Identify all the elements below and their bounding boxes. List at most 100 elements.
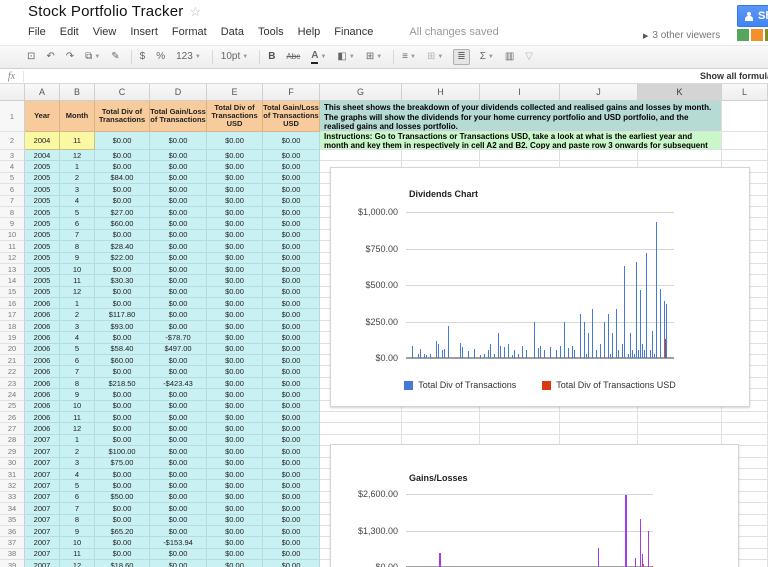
cell-B34[interactable]: 7 <box>60 503 95 514</box>
cell-C20[interactable]: $58.40 <box>95 344 150 355</box>
cell-E39[interactable]: $0.00 <box>207 560 263 567</box>
cell-B6[interactable]: 3 <box>60 184 95 195</box>
cell-B2[interactable]: 11 <box>60 132 95 150</box>
cell-B5[interactable]: 2 <box>60 173 95 184</box>
cell-A36[interactable]: 2007 <box>25 526 60 537</box>
cell-F12[interactable]: $0.00 <box>263 253 320 264</box>
cell-E4[interactable]: $0.00 <box>207 161 263 172</box>
cell-C32[interactable]: $0.00 <box>95 480 150 491</box>
cell-A4[interactable]: 2005 <box>25 161 60 172</box>
cell-C36[interactable]: $65.20 <box>95 526 150 537</box>
cell-B25[interactable]: 10 <box>60 401 95 412</box>
cell-E16[interactable]: $0.00 <box>207 298 263 309</box>
cell-D5[interactable]: $0.00 <box>150 173 207 184</box>
dividends-chart[interactable]: Dividends Chart$0.00$250.00$500.00$750.0… <box>330 167 750 407</box>
cell-J3[interactable] <box>560 150 638 161</box>
document-title[interactable]: Stock Portfolio Tracker☆ <box>28 3 201 20</box>
cell-B23[interactable]: 8 <box>60 378 95 389</box>
cell-F10[interactable]: $0.00 <box>263 230 320 241</box>
cell-B21[interactable]: 6 <box>60 355 95 366</box>
cell-F30[interactable]: $0.00 <box>263 458 320 469</box>
sigma-functions-button[interactable]: Σ▼ <box>479 49 495 65</box>
row-header-21[interactable]: 21 <box>0 355 25 366</box>
text-color-button[interactable]: A▼ <box>310 49 327 65</box>
cell-A15[interactable]: 2005 <box>25 287 60 298</box>
menu-item-file[interactable]: File <box>28 26 46 38</box>
cell-A8[interactable]: 2005 <box>25 207 60 218</box>
cell-F33[interactable]: $0.00 <box>263 492 320 503</box>
cell-F18[interactable]: $0.00 <box>263 321 320 332</box>
row-header-3[interactable]: 3 <box>0 150 25 161</box>
column-header-C[interactable]: C <box>95 84 150 101</box>
field-header-D[interactable]: Total Gain/Loss of Transactions <box>150 101 207 132</box>
row-header-38[interactable]: 38 <box>0 549 25 560</box>
cell-L3[interactable] <box>722 150 768 161</box>
cell-D37[interactable]: -$153.94 <box>150 537 207 548</box>
menu-item-data[interactable]: Data <box>221 26 244 38</box>
cell-D17[interactable]: $0.00 <box>150 309 207 320</box>
row-header-13[interactable]: 13 <box>0 264 25 275</box>
row-header-9[interactable]: 9 <box>0 218 25 229</box>
cell-D30[interactable]: $0.00 <box>150 458 207 469</box>
cell-L26[interactable] <box>722 412 768 423</box>
cell-F22[interactable]: $0.00 <box>263 366 320 377</box>
cell-A28[interactable]: 2007 <box>25 435 60 446</box>
cell-J27[interactable] <box>560 423 638 434</box>
menu-item-finance[interactable]: Finance <box>334 26 373 38</box>
cell-F14[interactable]: $0.00 <box>263 275 320 286</box>
cell-A35[interactable]: 2007 <box>25 515 60 526</box>
cell-D31[interactable]: $0.00 <box>150 469 207 480</box>
cell-A39[interactable]: 2007 <box>25 560 60 567</box>
cell-D27[interactable]: $0.00 <box>150 423 207 434</box>
row-header-18[interactable]: 18 <box>0 321 25 332</box>
cell-D38[interactable]: $0.00 <box>150 549 207 560</box>
cell-A9[interactable]: 2005 <box>25 218 60 229</box>
cell-C21[interactable]: $60.00 <box>95 355 150 366</box>
other-viewers[interactable]: ▶3 other viewers <box>643 30 720 41</box>
cell-E36[interactable]: $0.00 <box>207 526 263 537</box>
cell-E18[interactable]: $0.00 <box>207 321 263 332</box>
menu-item-help[interactable]: Help <box>298 26 321 38</box>
row-header-32[interactable]: 32 <box>0 480 25 491</box>
cell-B28[interactable]: 1 <box>60 435 95 446</box>
cell-C34[interactable]: $0.00 <box>95 503 150 514</box>
font-size-button[interactable]: 10pt▼ <box>220 49 249 65</box>
cell-D7[interactable]: $0.00 <box>150 196 207 207</box>
cell-D26[interactable]: $0.00 <box>150 412 207 423</box>
cell-I26[interactable] <box>480 412 560 423</box>
row-header-28[interactable]: 28 <box>0 435 25 446</box>
currency-format-button[interactable]: $ <box>139 49 147 65</box>
row-header-36[interactable]: 36 <box>0 526 25 537</box>
cell-C17[interactable]: $117.80 <box>95 309 150 320</box>
cell-A31[interactable]: 2007 <box>25 469 60 480</box>
cell-C7[interactable]: $0.00 <box>95 196 150 207</box>
cell-E13[interactable]: $0.00 <box>207 264 263 275</box>
cell-G27[interactable] <box>320 423 402 434</box>
cell-J26[interactable] <box>560 412 638 423</box>
column-header-B[interactable]: B <box>60 84 95 101</box>
cell-F17[interactable]: $0.00 <box>263 309 320 320</box>
cell-C6[interactable]: $0.00 <box>95 184 150 195</box>
cell-B35[interactable]: 8 <box>60 515 95 526</box>
cell-D10[interactable]: $0.00 <box>150 230 207 241</box>
cell-A23[interactable]: 2006 <box>25 378 60 389</box>
cell-B30[interactable]: 3 <box>60 458 95 469</box>
cell-L27[interactable] <box>722 423 768 434</box>
show-all-formulas-link[interactable]: Show all formulas <box>700 71 768 81</box>
cell-A7[interactable]: 2005 <box>25 196 60 207</box>
cell-B15[interactable]: 12 <box>60 287 95 298</box>
cell-A5[interactable]: 2005 <box>25 173 60 184</box>
cell-B9[interactable]: 6 <box>60 218 95 229</box>
row-header-2[interactable]: 2 <box>0 132 25 150</box>
cell-B39[interactable]: 12 <box>60 560 95 567</box>
note-overview[interactable]: This sheet shows the breakdown of your d… <box>320 101 722 132</box>
cell-D36[interactable]: $0.00 <box>150 526 207 537</box>
cell-D3[interactable]: $0.00 <box>150 150 207 161</box>
cell-B24[interactable]: 9 <box>60 389 95 400</box>
cell-E27[interactable]: $0.00 <box>207 423 263 434</box>
cell-F31[interactable]: $0.00 <box>263 469 320 480</box>
cell-B26[interactable]: 11 <box>60 412 95 423</box>
cell-E8[interactable]: $0.00 <box>207 207 263 218</box>
cell-F29[interactable]: $0.00 <box>263 446 320 457</box>
cell-A32[interactable]: 2007 <box>25 480 60 491</box>
